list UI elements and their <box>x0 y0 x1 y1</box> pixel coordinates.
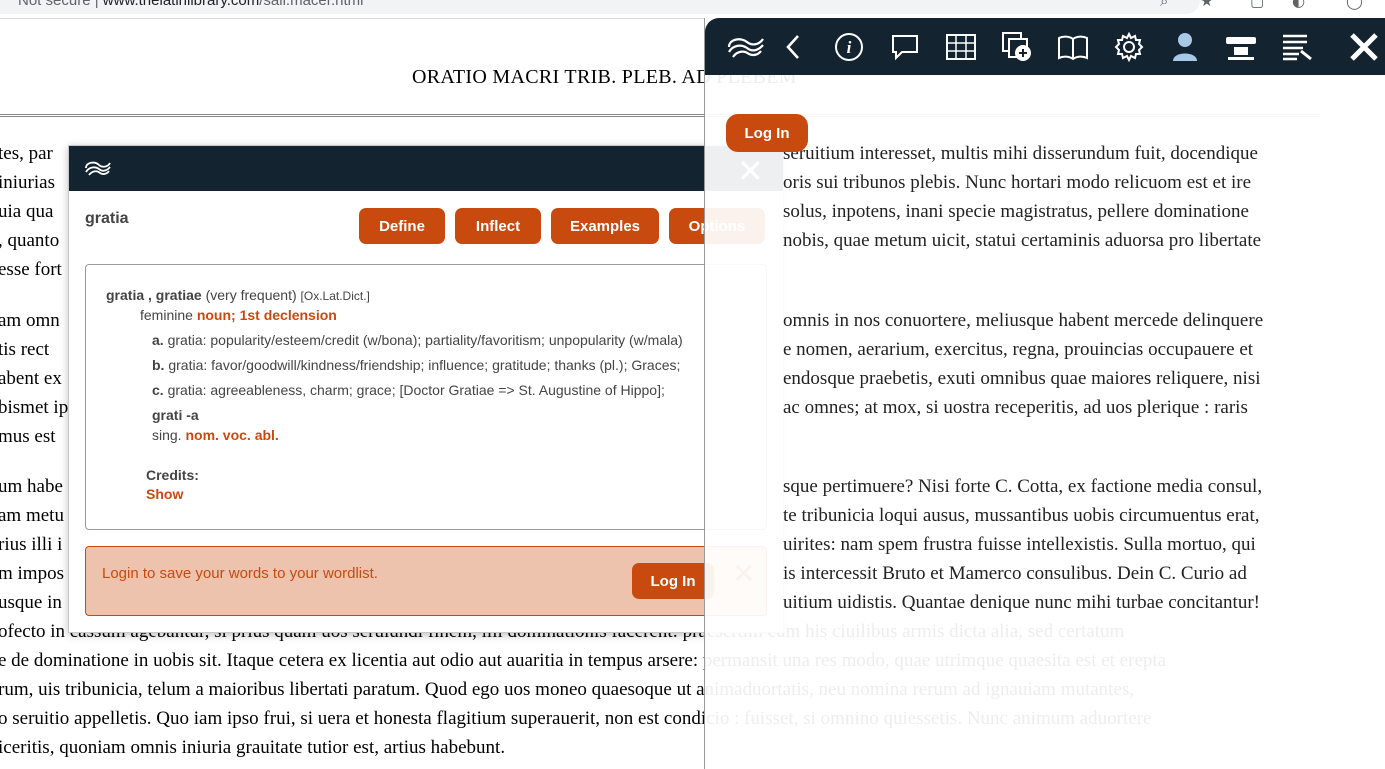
text-line: m impos <box>0 563 64 584</box>
book-icon[interactable] <box>1053 28 1093 66</box>
alpheios-logo-icon[interactable] <box>723 28 769 66</box>
text-line: endosque praebetis, exuti omnibus quae m… <box>783 368 1261 389</box>
profile-icon[interactable]: ◐ <box>1292 0 1305 10</box>
credits-show-link[interactable]: Show <box>146 486 183 502</box>
alpheios-logo-icon <box>85 161 111 176</box>
inflect-button[interactable]: Inflect <box>455 208 541 244</box>
login-notice: Login to save your words to your wordlis… <box>85 546 767 616</box>
text-line: am metu <box>0 505 64 526</box>
settings-gear-icon[interactable] <box>1109 28 1149 66</box>
search-icon[interactable]: ⌕ <box>1160 0 1168 10</box>
login-message: Login to save your words to your wordlis… <box>102 565 378 582</box>
side-panel: i seruitium interesset, multis mihi diss… <box>704 18 1385 769</box>
text-line: sque pertimuere? Nisi forte C. Cotta, ex… <box>783 476 1263 497</box>
text-line: tes, par <box>0 143 53 164</box>
comment-icon[interactable] <box>885 28 925 66</box>
text-line: omnis in nos conuortere, meliusque haben… <box>783 310 1264 331</box>
sense-item: c. gratia: agreeableness, charm; grace; … <box>152 382 665 398</box>
credits-label: Credits: <box>146 467 199 483</box>
popup-header: ✕ <box>69 146 783 191</box>
url-domain: www.thelatinlibrary.com <box>102 0 260 9</box>
entry-source: [Ox.Lat.Dict.] <box>300 289 370 303</box>
define-button[interactable]: Define <box>359 208 445 244</box>
text-line: abent ex <box>0 368 62 389</box>
examples-button[interactable]: Examples <box>551 208 659 244</box>
selected-word: gratia <box>85 210 129 227</box>
text-line: um habe <box>0 476 63 497</box>
security-indicator[interactable]: Not secure <box>18 0 91 9</box>
text-line: uia qua <box>0 201 54 222</box>
panel-login-button[interactable]: Log In <box>726 114 808 152</box>
entry-frequency: (very frequent) <box>205 287 297 303</box>
grammar-list-icon[interactable] <box>1277 28 1317 66</box>
text-line: uitium uidistis. Quantae denique nunc mi… <box>783 592 1260 613</box>
sense-item: b. gratia: favor/goodwill/kindness/frien… <box>152 357 681 373</box>
text-line: rius illi i <box>0 534 63 555</box>
definition-panel: gratia , gratiae (very frequent) [Ox.Lat… <box>85 264 767 530</box>
panel-close-icon[interactable] <box>1343 28 1385 66</box>
text-line: e nomen, aerarium, exercitus, regna, pro… <box>783 339 1254 360</box>
text-line: tis rect <box>0 339 50 360</box>
text-line: ac omnes; at mox, si uostra receperitis,… <box>783 397 1248 418</box>
info-icon[interactable]: i <box>829 28 869 66</box>
user-icon[interactable] <box>1165 28 1205 66</box>
entry-header: gratia , gratiae (very frequent) [Ox.Lat… <box>106 287 370 303</box>
text-line: esse fort <box>0 259 62 280</box>
popup-login-button[interactable]: Log In <box>632 563 714 599</box>
panel-toolbar: i <box>705 18 1385 75</box>
text-line: iceritis, quoniam omnis iniuria grauitat… <box>0 737 506 758</box>
url-text[interactable]: Not secure | www.thelatinlibrary.com/sal… <box>18 0 363 9</box>
text-line: mus est <box>0 426 56 447</box>
text-line: , quanto <box>0 230 60 251</box>
text-line: iniurias <box>0 172 55 193</box>
url-separator: | <box>94 0 99 9</box>
entry-headword: gratia , gratiae <box>106 287 202 303</box>
word-list-icon[interactable] <box>997 28 1037 66</box>
url-path: /sall.macer.html <box>259 0 364 9</box>
entry-pos: noun; 1st declension <box>196 307 337 323</box>
extension-icon[interactable]: ▢ <box>1250 0 1264 10</box>
inflection-stem: grati -a <box>152 407 199 423</box>
text-line: bismet ip <box>0 397 69 418</box>
svg-text:i: i <box>847 38 852 57</box>
text-line: te tribunicia loqui ausus, mussantibus u… <box>783 505 1260 526</box>
back-icon[interactable] <box>773 28 813 66</box>
text-line: nobis, quae metum uicit, statui certamin… <box>783 230 1262 251</box>
inflection-forms: sing. nom. voc. abl. <box>152 427 279 443</box>
menu-icon[interactable]: ◯ <box>1346 0 1363 10</box>
entry-grammar: feminine noun; 1st declension <box>140 307 337 323</box>
entry-gender: feminine <box>140 307 193 323</box>
browser-address-bar: Not secure | www.thelatinlibrary.com/sal… <box>0 0 1385 19</box>
text-line: solus, inpotens, inani specie magistratu… <box>783 201 1249 222</box>
text-line: seruitium interesset, multis mihi disser… <box>783 143 1258 164</box>
sense-item: a. gratia: popularity/esteem/credit (w/b… <box>152 332 683 348</box>
text-line: uirites: nam spem frustra fuisse intelle… <box>783 534 1256 555</box>
bookmark-star-icon[interactable]: ★ <box>1200 0 1213 10</box>
table-icon[interactable] <box>941 28 981 66</box>
text-line: am omn <box>0 310 60 331</box>
text-line: oris sui tribunos plebis. Nunc hortari m… <box>783 172 1252 193</box>
dictionary-popup: ✕ gratia Define Inflect Examples Options… <box>68 145 784 633</box>
text-line: is intercessit Bruto et Mamerco consulib… <box>783 563 1247 584</box>
toolbar-layout-icon[interactable] <box>1221 28 1261 66</box>
text-line: usque in <box>0 592 62 613</box>
